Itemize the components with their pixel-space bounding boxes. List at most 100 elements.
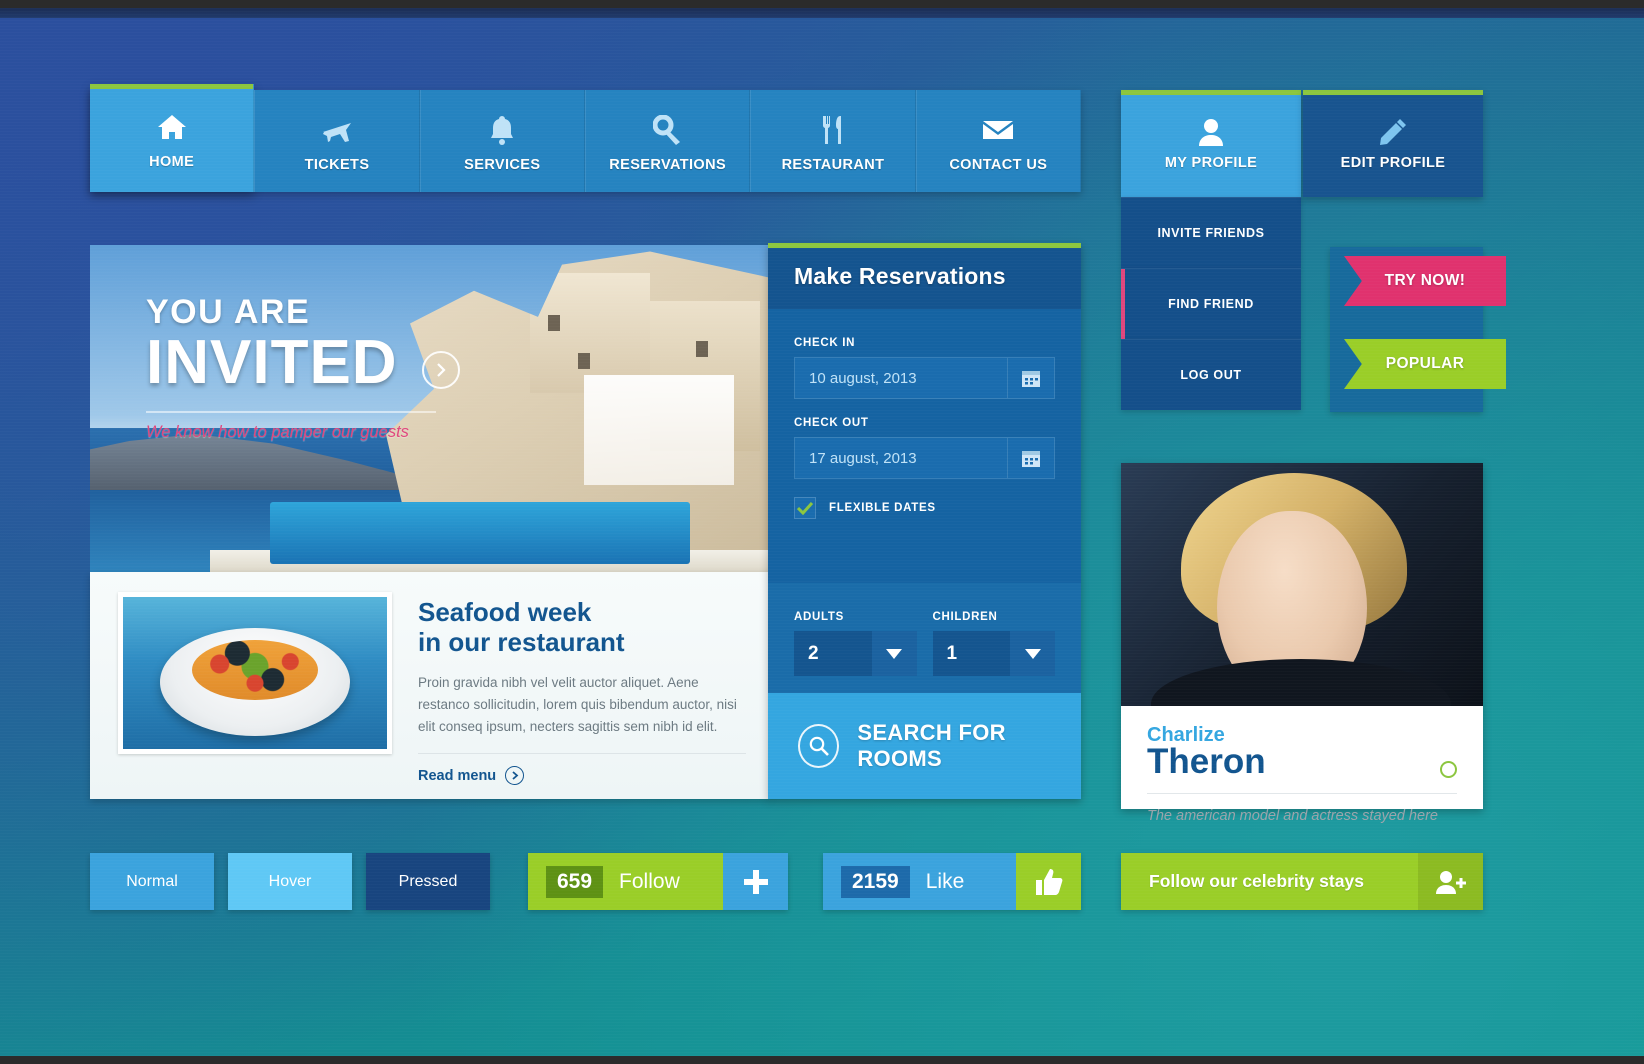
- check-out-label: CHECK OUT: [794, 417, 869, 429]
- seafood-plate-photo: [118, 592, 392, 754]
- try-now-ribbon[interactable]: TRY NOW!: [1344, 256, 1506, 306]
- seafood-divider: [418, 753, 746, 755]
- reservations-header: Make Reservations: [768, 243, 1081, 309]
- ribbon-label: POPULAR: [1385, 355, 1465, 372]
- reservations-title: Make Reservations: [794, 262, 1006, 289]
- adults-select[interactable]: 2: [794, 631, 917, 676]
- read-menu-label: Read menu: [418, 767, 497, 784]
- like-count: 2159: [841, 865, 910, 898]
- portrait-arm: [1195, 641, 1291, 706]
- envelope-icon: [982, 113, 1014, 147]
- like-main[interactable]: 2159 Like: [823, 853, 1016, 910]
- hero-title: INVITED: [146, 328, 398, 397]
- button-state-hover[interactable]: Hover: [228, 853, 352, 910]
- hero-copy: YOU ARE INVITED We know how to pamper ou…: [90, 245, 770, 572]
- menu-item-invite-friends[interactable]: INVITE FRIENDS: [1121, 197, 1301, 268]
- caret-down-icon[interactable]: [871, 631, 917, 676]
- hero-title-row: INVITED: [146, 330, 770, 395]
- adults-label: ADULTS: [794, 611, 844, 623]
- check-out-field[interactable]: 17 august, 2013: [794, 437, 1055, 479]
- celebrity-last-name: Theron: [1147, 742, 1266, 781]
- menu-item-log-out[interactable]: LOG OUT: [1121, 339, 1301, 410]
- food-shape: [192, 639, 318, 700]
- nav-item-services[interactable]: SERVICES: [419, 90, 585, 192]
- menu-item-label: LOG OUT: [1180, 368, 1242, 382]
- seafood-body-text: Proin gravida nibh vel velit auctor aliq…: [418, 674, 737, 734]
- check-icon: [797, 501, 813, 515]
- calendar-icon[interactable]: [1007, 357, 1055, 399]
- follow-label: Follow: [619, 869, 680, 893]
- search-for-rooms-button[interactable]: SEARCH FOR ROOMS: [768, 693, 1081, 799]
- edit-profile-button[interactable]: EDIT PROFILE: [1303, 90, 1483, 197]
- hero-kicker: YOU ARE: [146, 293, 311, 331]
- seafood-title: Seafood week in our restaurant: [418, 597, 625, 657]
- home-icon: [157, 110, 187, 144]
- profile-menu: MY PROFILE INVITE FRIENDS FIND FRIEND LO…: [1121, 90, 1301, 410]
- my-profile-label: MY PROFILE: [1164, 154, 1258, 171]
- nav-label: CONTACT US: [949, 157, 1048, 173]
- top-shadow-bar: [0, 8, 1644, 18]
- flexible-dates-row[interactable]: FLEXIBLE DATES: [794, 497, 1055, 519]
- nav-item-contact-us[interactable]: CONTACT US: [915, 90, 1081, 192]
- popular-ribbon[interactable]: POPULAR: [1344, 339, 1506, 389]
- flexible-dates-checkbox[interactable]: [794, 497, 816, 519]
- menu-item-label: FIND FRIEND: [1168, 297, 1254, 311]
- magnifier-icon: [798, 724, 840, 768]
- check-in-field[interactable]: 10 august, 2013: [794, 357, 1055, 399]
- hero-divider: [146, 411, 436, 414]
- celebrity-divider: [1147, 792, 1457, 794]
- calendar-icon[interactable]: [1007, 437, 1055, 479]
- celebrity-info: Charlize Theron The american model and a…: [1121, 706, 1483, 824]
- thumbs-up-icon[interactable]: [1016, 853, 1081, 910]
- button-label: Pressed: [398, 872, 458, 890]
- bell-icon: [490, 113, 514, 147]
- check-out-input[interactable]: 17 august, 2013: [794, 437, 1007, 479]
- children-label: CHILDREN: [932, 611, 998, 623]
- celebrity-card: Charlize Theron The american model and a…: [1121, 463, 1483, 824]
- seafood-text-block: Seafood week in our restaurant Proin gra…: [418, 592, 746, 786]
- children-value: 1: [932, 631, 1010, 676]
- nav-label: TICKETS: [304, 157, 370, 173]
- children-select[interactable]: 1: [932, 631, 1055, 676]
- menu-item-label: INVITE FRIENDS: [1157, 226, 1265, 240]
- button-state-pressed[interactable]: Pressed: [366, 853, 490, 910]
- nav-label: HOME: [149, 154, 195, 170]
- celebrity-portrait-photo: [1121, 463, 1483, 706]
- nav-item-restaurant[interactable]: RESTAURANT: [750, 90, 916, 192]
- add-user-icon: [1418, 853, 1483, 910]
- button-state-normal[interactable]: Normal: [90, 853, 214, 910]
- caret-down-icon[interactable]: [1010, 631, 1055, 676]
- chevron-right-circle-icon[interactable]: [421, 350, 460, 389]
- photo-frame: [123, 597, 387, 749]
- hero-banner: YOU ARE INVITED We know how to pamper ou…: [90, 245, 770, 572]
- my-profile-button[interactable]: MY PROFILE: [1121, 90, 1301, 197]
- pencil-icon: [1379, 117, 1407, 147]
- user-icon: [1198, 117, 1224, 147]
- page-background: HOME TICKETS SERVICES RESERVATIONS RESTA: [0, 8, 1644, 1056]
- reservations-form: CHECK IN 10 august, 2013 CHECK OUT 17 au…: [768, 309, 1081, 539]
- nav-item-tickets[interactable]: TICKETS: [254, 90, 420, 192]
- follow-main[interactable]: 659 Follow: [528, 853, 723, 910]
- cutlery-icon: [820, 113, 846, 147]
- follow-celebrity-button[interactable]: Follow our celebrity stays: [1121, 853, 1483, 910]
- chevron-right-circle-icon: [505, 766, 525, 786]
- like-button[interactable]: 2159 Like: [823, 853, 1081, 910]
- seafood-promo-card: Seafood week in our restaurant Proin gra…: [90, 572, 770, 799]
- main-navigation: HOME TICKETS SERVICES RESERVATIONS RESTA: [90, 84, 1081, 192]
- celebrity-subtitle: The american model and actress stayed he…: [1147, 807, 1438, 824]
- nav-item-home[interactable]: HOME: [90, 84, 255, 192]
- button-label: Hover: [268, 872, 312, 890]
- nav-label: SERVICES: [464, 157, 541, 173]
- celebrity-name-row: Theron: [1147, 742, 1457, 781]
- nav-item-reservations[interactable]: RESERVATIONS: [584, 90, 751, 192]
- status-ring-icon: [1440, 761, 1457, 779]
- key-icon: [652, 113, 683, 147]
- check-in-input[interactable]: 10 august, 2013: [794, 357, 1007, 399]
- follow-button[interactable]: 659 Follow: [528, 853, 788, 910]
- menu-item-find-friend[interactable]: FIND FRIEND: [1121, 268, 1301, 339]
- plus-icon[interactable]: [723, 853, 788, 910]
- read-menu-link[interactable]: Read menu: [418, 766, 746, 786]
- follow-count: 659: [546, 865, 604, 898]
- adults-value: 2: [794, 631, 872, 676]
- airplane-icon: [321, 113, 353, 147]
